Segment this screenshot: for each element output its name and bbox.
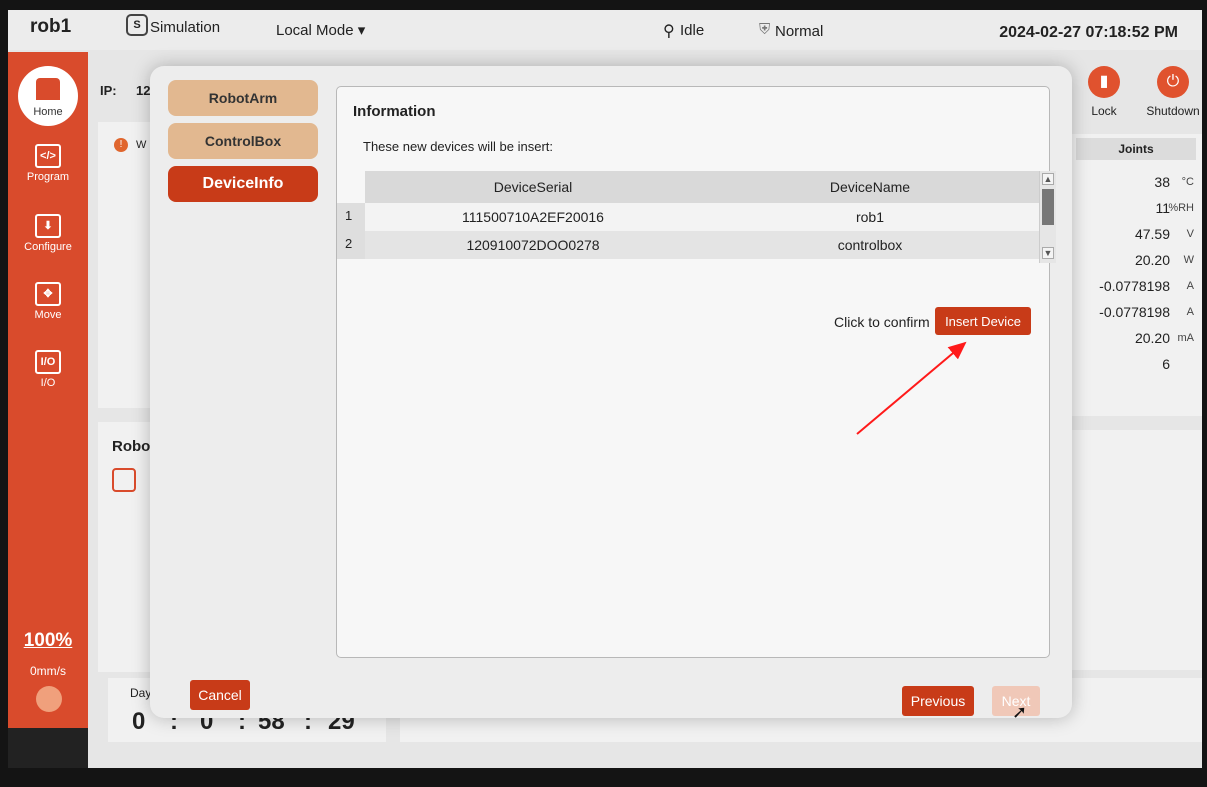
sidebar-item-label: I/O [40,377,56,389]
robot-name: rob1 [30,16,72,37]
stat-value: 20.20 [1134,252,1170,268]
simulation-label[interactable]: Simulation [150,19,220,36]
robot-arm-icon: ⚲ [663,23,675,40]
stat-unit: A [1186,280,1194,292]
previous-button[interactable]: Previous [902,686,974,716]
annotation-arrow [856,341,967,435]
sidebar-item-label: Move [34,309,62,321]
sidebar-item-move[interactable]: ✥ Move [8,282,88,321]
day-label: Day [130,686,152,700]
stat-unit: V [1186,228,1194,240]
stat-unit: W [1183,254,1194,266]
tab-robotarm[interactable]: RobotArm [168,80,318,116]
device-info-dialog: RobotArm ControlBox DeviceInfo Informati… [150,66,1072,722]
stat-value: 47.59 [1134,226,1170,242]
stat-unit: %RH [1168,202,1194,214]
ip-area: IP: 12 [98,70,158,120]
play-icon[interactable] [36,686,62,712]
warning-text: W [136,139,147,151]
code-icon: </> [35,144,61,168]
stat-value: -0.0778198 [1099,304,1170,320]
sidebar-item-program[interactable]: </> Program [8,144,88,183]
robot-panel: Robo [98,422,158,672]
power-icon: ⏻ [1157,66,1189,98]
sidebar-item-label: Configure [24,241,72,253]
io-icon: I/O [35,350,61,374]
shutdown-button[interactable]: ⏻ Shutdown [1144,66,1202,118]
stat-value: 6 [1162,356,1170,372]
shutdown-label: Shutdown [1146,104,1200,118]
mode-dropdown[interactable]: Local Mode ▾ [276,21,365,39]
cancel-button[interactable]: Cancel [190,680,250,710]
safety-status-label: Normal [775,23,824,40]
stat-value: 38 [1154,174,1170,190]
information-panel: Information These new devices will be in… [336,86,1056,658]
stat-unit: mA [1177,332,1195,344]
stat-unit: °C [1181,176,1194,188]
right-lower-panel [1072,430,1202,670]
ip-label: IP: [100,83,117,98]
stat-value: -0.0778198 [1099,278,1170,294]
sidebar-item-io[interactable]: I/O I/O [8,350,88,389]
lock-icon: ▮ [1088,66,1120,98]
status-strip [8,728,88,768]
sidebar-item-label: Home [33,106,63,118]
datetime: 2024-02-27 07:18:52 PM [999,24,1178,41]
timer-days: 0 [132,708,146,735]
tab-deviceinfo[interactable]: DeviceInfo [168,166,318,202]
joints-panel: Joints 38 °C 11 %RH 47.59 V 20.20 W -0.0… [1072,134,1202,416]
warning-icon: ! [114,138,128,152]
tab-joints[interactable]: Joints [1076,138,1196,160]
robot-view-icon[interactable] [112,468,136,492]
warning-panel: ! W [98,122,158,408]
speed-percent[interactable]: 100% [8,630,88,652]
screen: rob1 S Simulation Local Mode ▾ ⚲ Idle ⛨ … [8,10,1202,768]
shield-icon: ⛨ [759,21,771,38]
stat-value: 20.20 [1134,330,1170,346]
robot-panel-title: Robo [112,438,151,455]
stat-unit: A [1186,306,1194,318]
move-icon: ✥ [35,282,61,306]
ip-value: 12 [136,83,151,98]
sidebar: Home </> Program ⬇ Configure ✥ Move I/O … [8,52,88,768]
top-bar: rob1 S Simulation Local Mode ▾ ⚲ Idle ⛨ … [8,10,1202,50]
simulation-icon: S [126,14,148,36]
home-icon [36,78,60,100]
sidebar-item-configure[interactable]: ⬇ Configure [8,214,88,253]
tab-controlbox[interactable]: ControlBox [168,123,318,159]
speed-value: 0mm/s [30,664,66,678]
configure-icon: ⬇ [35,214,61,238]
sidebar-item-label: Program [26,171,70,183]
sidebar-item-home[interactable]: Home [8,66,88,126]
status-label: Idle [680,22,705,39]
lock-label: Lock [1091,104,1117,118]
lock-button[interactable]: ▮ Lock [1082,66,1126,118]
mouse-cursor-icon: ➚ [1012,702,1028,722]
